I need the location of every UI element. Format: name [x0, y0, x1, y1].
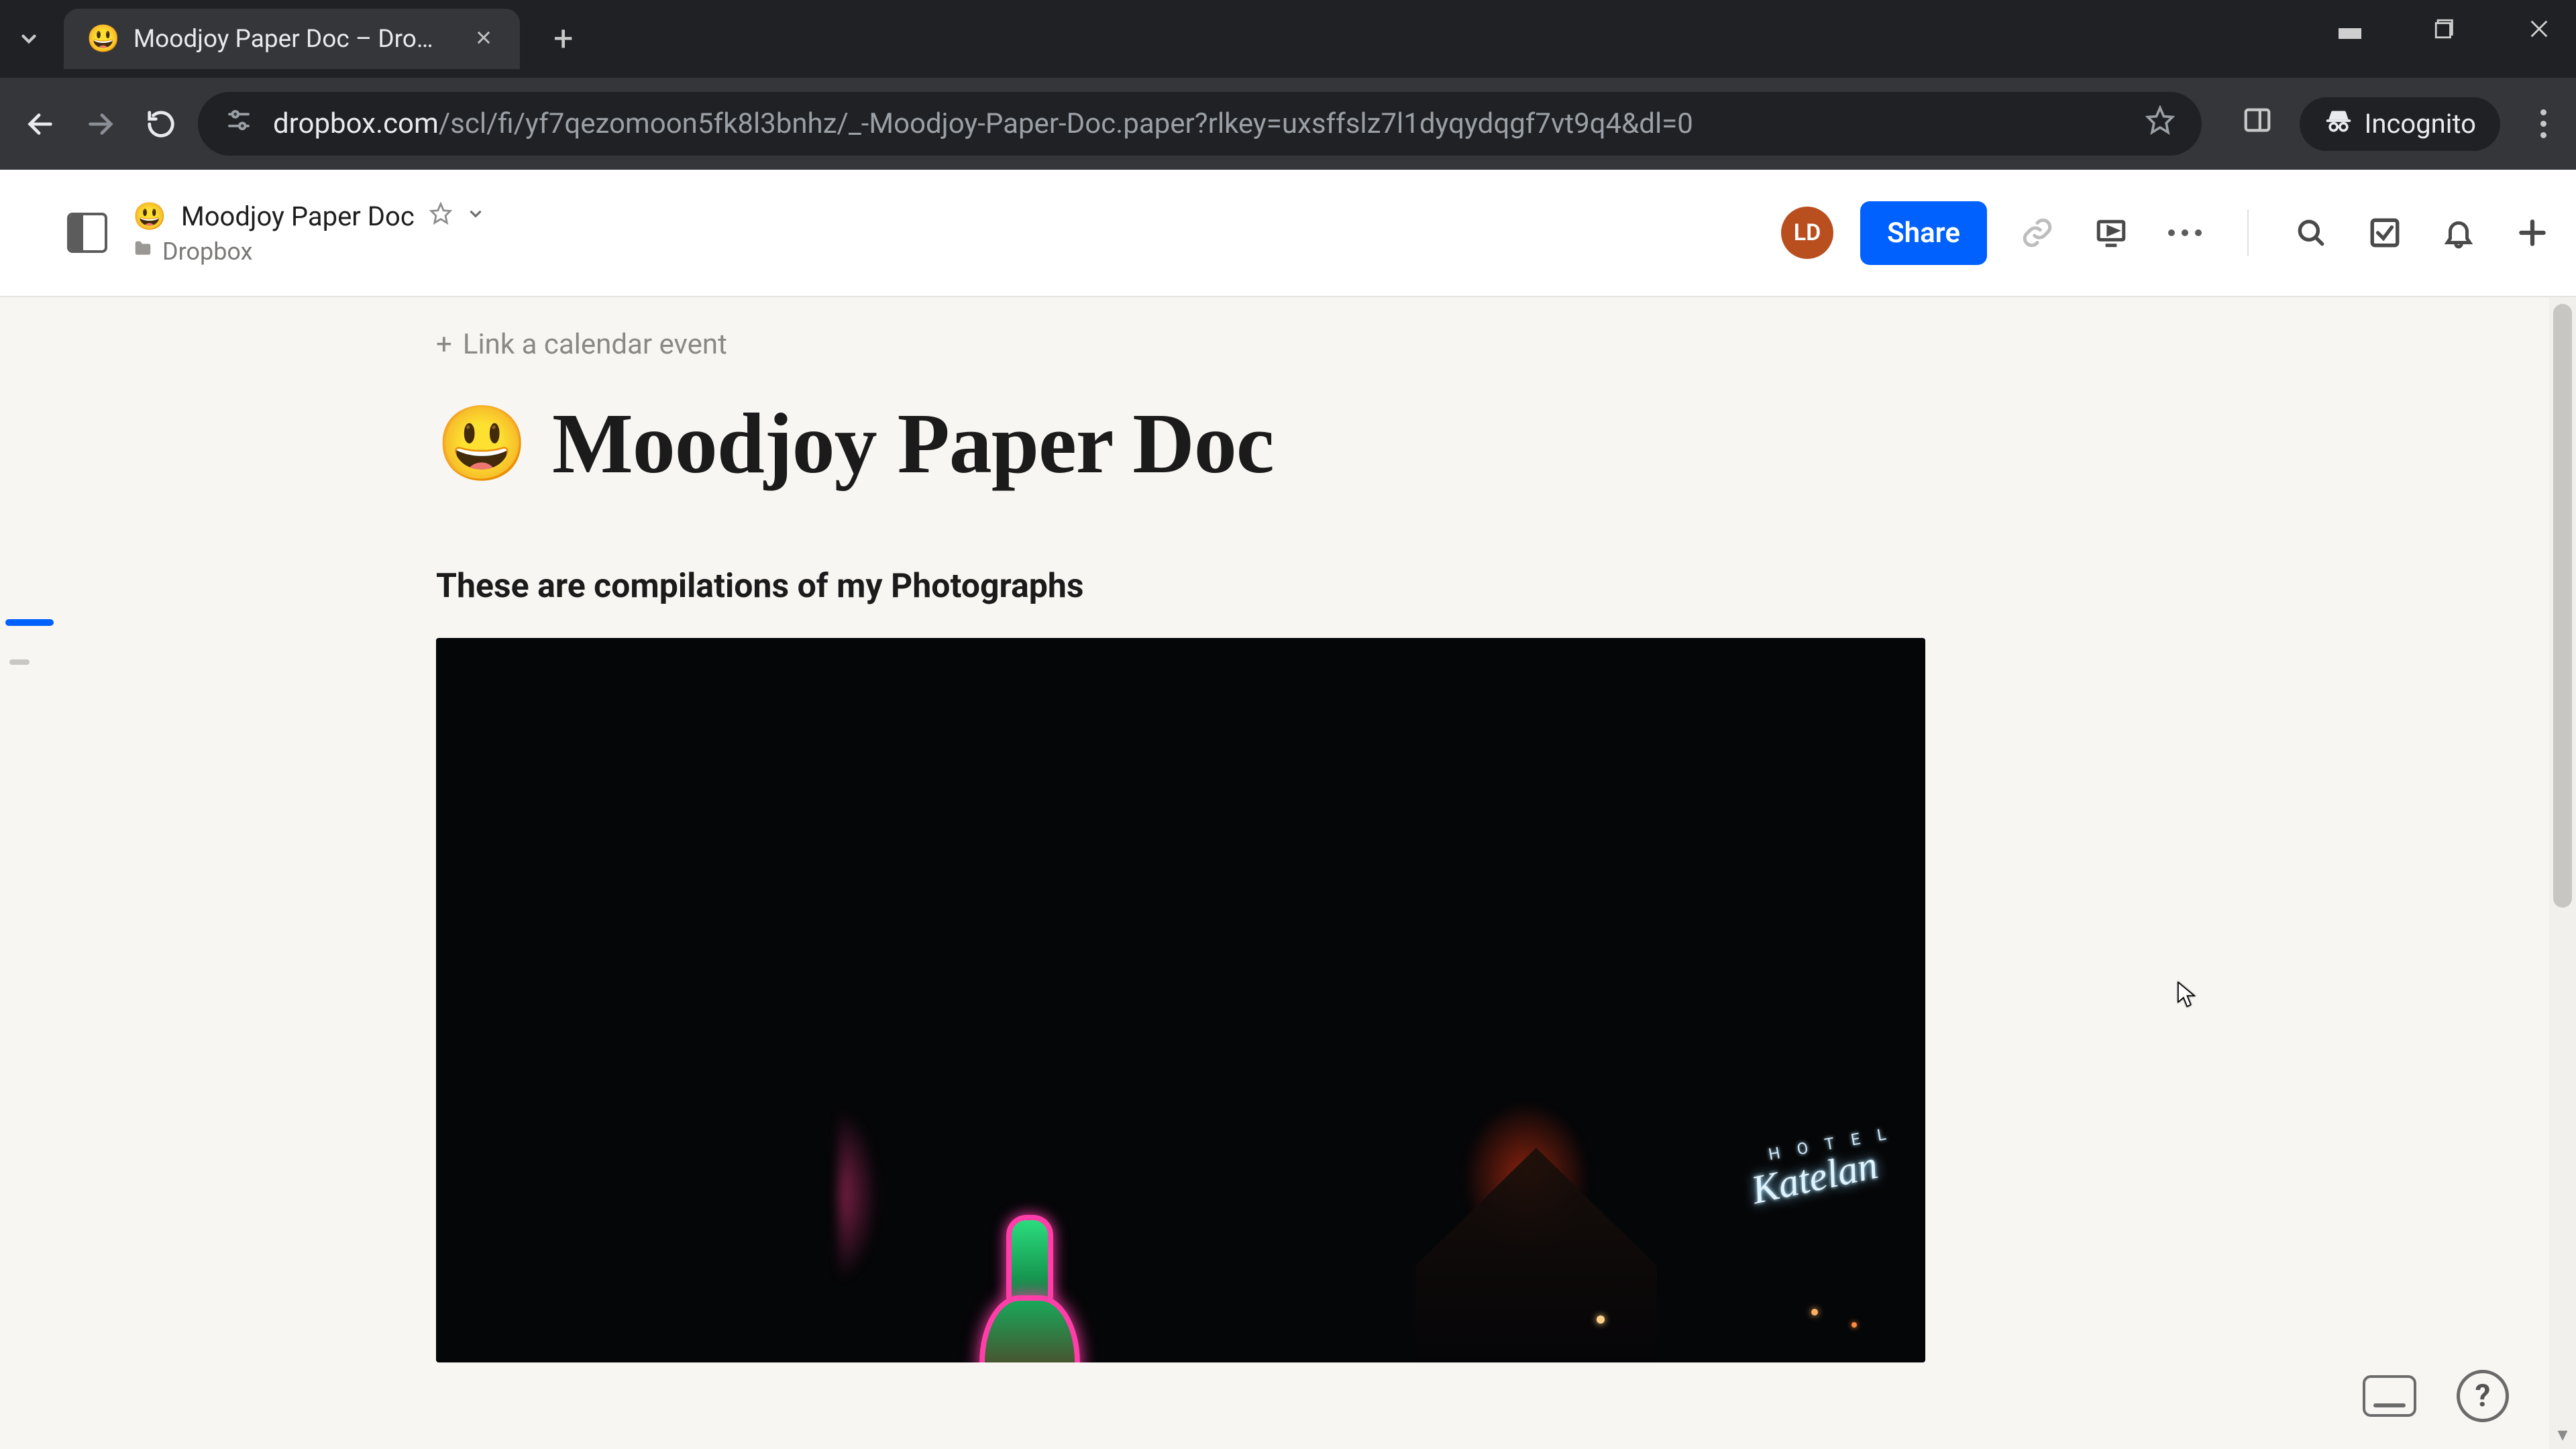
url-path: /scl/fi/yf7qezomoon5fk8l3bnhz/_-Moodjoy-… [439, 107, 1693, 140]
paper-app: 😃 Moodjoy Paper Doc Dropbox [0, 170, 2576, 1449]
doc-title-row: 😃 Moodjoy Paper Doc [436, 394, 1932, 493]
help-button[interactable]: ? [2457, 1370, 2509, 1422]
window-maximize-button[interactable] [2422, 12, 2467, 52]
avatar[interactable]: LD [1781, 207, 1833, 259]
photo-neon-bottle [966, 1215, 1093, 1362]
window-minimize-button[interactable] [2328, 12, 2372, 52]
url-domain: dropbox.com [273, 107, 439, 140]
vertical-scrollbar[interactable]: ▾ [2549, 297, 2576, 1449]
tab-close-button[interactable] [468, 21, 500, 57]
tab-search-chevron-icon[interactable] [10, 21, 47, 58]
toolbar-right: Incognito [2242, 97, 2559, 151]
photo-building-silhouette [1415, 1148, 1657, 1362]
paper-header: 😃 Moodjoy Paper Doc Dropbox [0, 170, 2576, 297]
incognito-icon [2324, 106, 2353, 142]
browser-tab[interactable]: 😃 Moodjoy Paper Doc – Dropbox [64, 9, 520, 69]
doc-name[interactable]: Moodjoy Paper Doc [181, 201, 415, 232]
forward-button[interactable] [77, 101, 124, 148]
browser-menu-button[interactable] [2527, 109, 2559, 138]
reload-button[interactable] [138, 101, 184, 148]
create-new-icon[interactable] [2509, 209, 2556, 256]
plus-icon: + [436, 328, 452, 361]
back-button[interactable] [17, 101, 64, 148]
window-close-button[interactable] [2517, 12, 2561, 52]
photo-light-dot [1851, 1322, 1857, 1328]
browser-chrome: 😃 Moodjoy Paper Doc – Dropbox + dropbox.… [0, 0, 2576, 170]
doc-subtitle[interactable]: These are compilations of my Photographs [436, 567, 1932, 606]
incognito-label: Incognito [2364, 108, 2476, 140]
doc-meta: 😃 Moodjoy Paper Doc Dropbox [133, 201, 484, 266]
copy-link-icon[interactable] [2014, 209, 2061, 256]
present-icon[interactable] [2088, 209, 2135, 256]
bookmark-star-icon[interactable] [2145, 105, 2175, 142]
window-controls [2328, 12, 2561, 52]
embedded-image[interactable]: H O T E L Katelan [436, 638, 1925, 1362]
scrollbar-thumb[interactable] [2553, 304, 2572, 908]
document-canvas[interactable]: + Link a calendar event 😃 Moodjoy Paper D… [0, 297, 2549, 1449]
link-calendar-event[interactable]: + Link a calendar event [436, 324, 1932, 394]
url-text: dropbox.com/scl/fi/yf7qezomoon5fk8l3bnhz… [273, 107, 2125, 140]
incognito-chip[interactable]: Incognito [2300, 97, 2500, 151]
bottom-right-floaters: ? [2363, 1370, 2509, 1422]
favorite-star-icon[interactable] [429, 202, 452, 231]
photo-light-dot [1597, 1316, 1605, 1324]
new-tab-button[interactable]: + [553, 21, 574, 56]
folder-icon [133, 239, 153, 264]
photo-glow-left [839, 1108, 879, 1282]
page-title[interactable]: Moodjoy Paper Doc [552, 394, 1274, 493]
tab-favicon-icon: 😃 [87, 25, 120, 52]
title-emoji-icon[interactable]: 😃 [436, 407, 528, 481]
doc-menu-chevron-icon[interactable] [467, 205, 484, 227]
breadcrumb[interactable]: Dropbox [133, 237, 484, 266]
share-button[interactable]: Share [1860, 201, 1987, 265]
breadcrumb-folder: Dropbox [162, 237, 252, 266]
document-inner: + Link a calendar event 😃 Moodjoy Paper D… [436, 297, 1932, 1362]
more-options-button[interactable] [2161, 223, 2208, 243]
paper-header-right: LD Share [1781, 201, 2556, 265]
browser-toolbar: dropbox.com/scl/fi/yf7qezomoon5fk8l3bnhz… [0, 78, 2576, 170]
doc-meta-title-row: 😃 Moodjoy Paper Doc [133, 201, 484, 232]
header-separator [2247, 209, 2249, 256]
photo-light-dot [1811, 1309, 1818, 1316]
search-icon[interactable] [2288, 209, 2334, 256]
site-settings-icon[interactable] [225, 106, 253, 142]
tab-strip: 😃 Moodjoy Paper Doc – Dropbox + [0, 0, 2576, 78]
link-calendar-label: Link a calendar event [463, 328, 727, 361]
side-panel-icon[interactable] [2242, 105, 2273, 143]
address-bar[interactable]: dropbox.com/scl/fi/yf7qezomoon5fk8l3bnhz… [198, 92, 2202, 156]
toggle-sidebar-button[interactable] [67, 213, 107, 253]
doc-emoji-icon[interactable]: 😃 [133, 201, 166, 232]
paper-header-left: 😃 Moodjoy Paper Doc Dropbox [67, 201, 484, 266]
notifications-bell-icon[interactable] [2435, 209, 2482, 256]
keyboard-shortcuts-icon[interactable] [2363, 1375, 2416, 1417]
tasks-icon[interactable] [2361, 209, 2408, 256]
tab-title: Moodjoy Paper Doc – Dropbox [133, 25, 446, 54]
scrollbar-down-arrow-icon[interactable]: ▾ [2549, 1423, 2576, 1446]
